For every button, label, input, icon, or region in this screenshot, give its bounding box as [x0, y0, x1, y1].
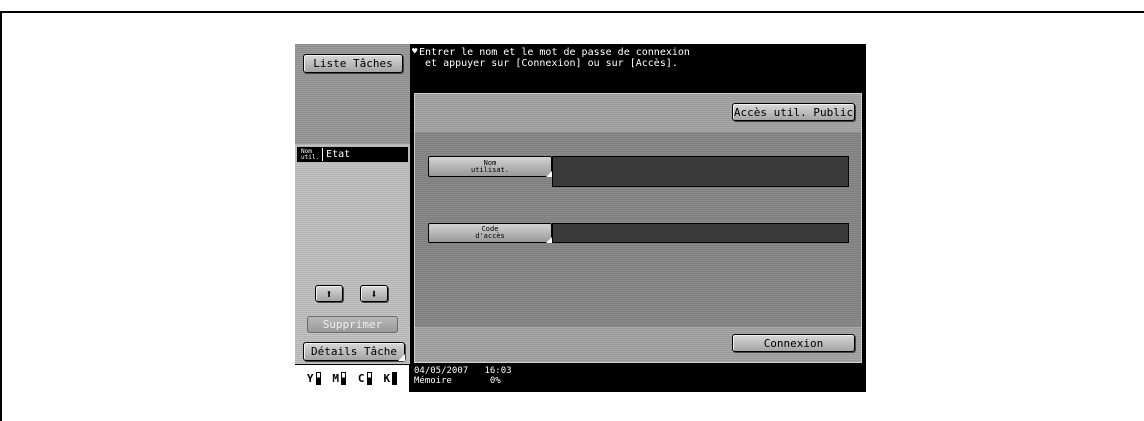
toner-yellow: Y [307, 372, 321, 385]
toner-magenta-bar [341, 372, 347, 385]
status-bar: 04/05/2007 16:03 Mémoire 0% [414, 366, 512, 386]
username-label-button[interactable]: Nom utilisat. [428, 156, 552, 177]
control-panel-screen: Liste Tâches Nom util. Etat ⬆ ⬇ Supprime… [295, 44, 866, 392]
username-label-bottom: utilisat. [471, 165, 509, 174]
job-details-label: Détails Tâche [310, 345, 398, 358]
arrow-down-icon: ⬇ [370, 286, 378, 301]
password-label-bottom: d'accès [475, 232, 505, 240]
page-border-top [0, 11, 1144, 13]
login-label: Connexion [763, 336, 824, 350]
delete-label: Supprimer [322, 318, 383, 331]
instruction-line-2: et appuyer sur [Connexion] ou sur [Accès… [419, 58, 678, 69]
scroll-up-button[interactable]: ⬆ [315, 285, 343, 302]
toner-black: K [383, 372, 398, 385]
page-border-left [0, 11, 2, 421]
login-button[interactable]: Connexion [732, 334, 855, 352]
toner-magenta: M [332, 372, 347, 385]
login-fields-area: Nom utilisat. Code d'accès [415, 132, 861, 327]
instruction-line-1: Entrer le nom et le mot de passe de conn… [419, 47, 690, 58]
memory-value: 0% [489, 376, 501, 386]
instruction-message: ♥ Entrer le nom et le mot de passe de con… [412, 47, 690, 69]
memory-label: Mémoire [414, 376, 452, 386]
toner-cyan: C [358, 372, 372, 385]
job-list-header: Nom util. Etat [297, 147, 408, 162]
status-time: 16:03 [484, 366, 512, 376]
arrow-up-icon: ⬆ [325, 286, 333, 301]
password-input[interactable] [552, 223, 849, 243]
main-area: ♥ Entrer le nom et le mot de passe de con… [410, 44, 866, 392]
username-input[interactable] [552, 156, 849, 187]
public-user-label: Accès util. Public [733, 105, 854, 119]
status-date: 04/05/2007 [414, 366, 469, 376]
toner-levels: Y M C K [295, 364, 410, 392]
left-sidebar: Liste Tâches Nom util. Etat ⬆ ⬇ Supprime… [295, 44, 410, 392]
job-list-label: Liste Tâches [313, 57, 393, 70]
login-form: Accès util. Public Nom utilisat. Code d'… [414, 93, 862, 363]
toner-yellow-bar [315, 372, 321, 385]
column-status: Etat [326, 149, 351, 160]
column-user-bottom: util. [301, 153, 320, 161]
public-user-button[interactable]: Accès util. Public [732, 103, 855, 121]
job-list-button[interactable]: Liste Tâches [303, 54, 403, 73]
toner-cyan-bar [366, 372, 372, 385]
delete-button[interactable]: Supprimer [307, 316, 398, 333]
scroll-down-button[interactable]: ⬇ [360, 285, 388, 302]
password-label-button[interactable]: Code d'accès [428, 223, 552, 243]
job-details-button[interactable]: Détails Tâche [303, 342, 405, 361]
info-bulb-icon: ♥ [412, 47, 418, 57]
toner-black-bar [392, 372, 398, 385]
